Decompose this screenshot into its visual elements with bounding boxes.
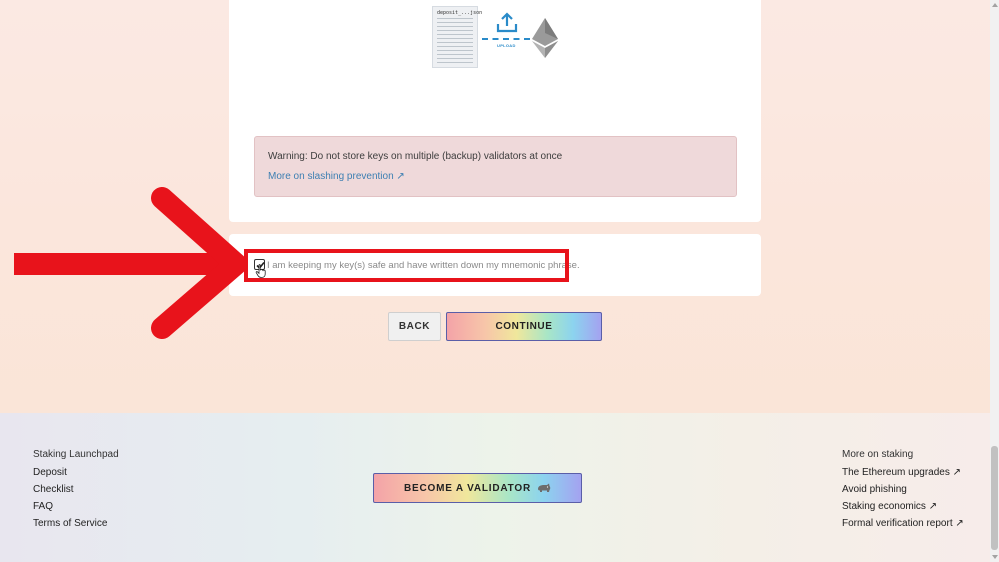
become-validator-button[interactable]: BECOME A VALIDATOR	[373, 473, 582, 503]
json-file-name: deposit_...json	[437, 10, 483, 16]
highlight-box	[244, 249, 569, 282]
footer-link-faq[interactable]: FAQ	[33, 500, 119, 517]
scroll-up-arrow-icon[interactable]	[992, 3, 998, 7]
vertical-scrollbar[interactable]	[990, 0, 999, 562]
upload-illustration: deposit_...json UPLOAD	[432, 6, 562, 68]
scrollbar-thumb[interactable]	[991, 446, 998, 550]
footer-link-ethereum-upgrades[interactable]: The Ethereum upgrades ↗	[842, 466, 964, 483]
footer-link-checklist[interactable]: Checklist	[33, 483, 119, 500]
footer-more-on-staking: More on staking The Ethereum upgrades ↗ …	[842, 449, 964, 534]
footer-link-terms[interactable]: Terms of Service	[33, 517, 119, 534]
ethereum-icon	[532, 18, 558, 58]
footer-heading-launchpad: Staking Launchpad	[33, 449, 119, 460]
warning-text: Warning: Do not store keys on multiple (…	[268, 151, 563, 162]
rhino-icon	[538, 483, 551, 492]
upload-label: UPLOAD	[497, 43, 516, 48]
continue-button[interactable]: CONTINUE	[446, 312, 602, 341]
footer-link-deposit[interactable]: Deposit	[33, 466, 119, 483]
footer-link-staking-economics[interactable]: Staking economics ↗	[842, 500, 964, 517]
footer-link-formal-verification[interactable]: Formal verification report ↗	[842, 517, 964, 534]
footer: Staking Launchpad Deposit Checklist FAQ …	[0, 413, 990, 562]
json-file-lines	[437, 18, 473, 63]
deposit-json-file-icon: deposit_...json	[432, 6, 482, 68]
upload-arrow-icon	[496, 12, 518, 33]
back-button[interactable]: BACK	[388, 312, 441, 341]
footer-link-avoid-phishing[interactable]: Avoid phishing	[842, 483, 964, 500]
scroll-down-arrow-icon[interactable]	[992, 555, 998, 559]
red-arrow-icon	[14, 187, 247, 339]
footer-staking-launchpad: Staking Launchpad Deposit Checklist FAQ …	[33, 449, 119, 534]
page: deposit_...json UPLOAD Warning: Do not s…	[0, 0, 990, 562]
footer-heading-more: More on staking	[842, 449, 914, 460]
slashing-prevention-link[interactable]: More on slashing prevention ↗	[268, 171, 405, 182]
become-validator-label: BECOME A VALIDATOR	[404, 482, 531, 494]
slashing-warning: Warning: Do not store keys on multiple (…	[254, 136, 737, 197]
upload-dash-line	[482, 38, 530, 40]
